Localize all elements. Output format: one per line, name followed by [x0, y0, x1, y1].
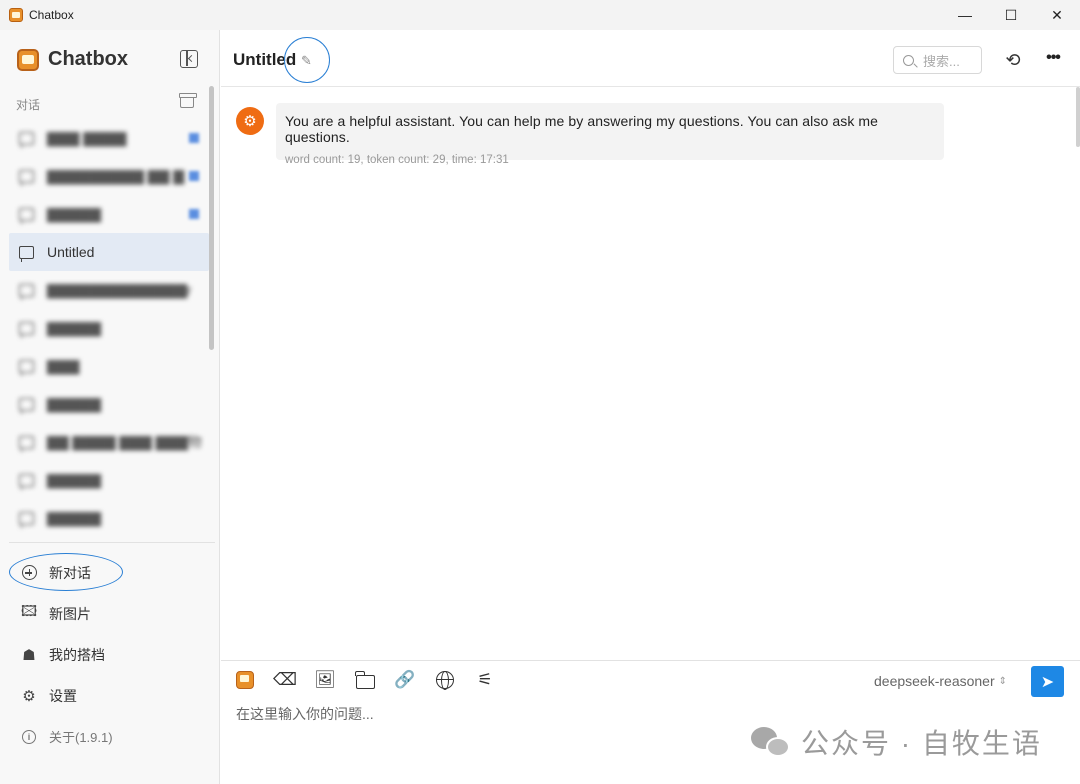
conversation-item[interactable]: ▇▇▇ — [9, 347, 209, 385]
chat-bubble-icon — [19, 321, 34, 338]
conversation-item[interactable]: ▇▇ ▇▇▇▇ ▇▇▇ ▇▇▇物 — [9, 423, 209, 461]
conversation-label: ▇▇▇ ▇▇▇▇ — [47, 129, 127, 146]
image-plus-icon: 🖾 — [20, 603, 38, 620]
folder-icon[interactable] — [355, 670, 375, 690]
conversation-label: Untitled — [47, 244, 95, 260]
conversation-item[interactable]: ▇▇▇▇▇ — [9, 461, 209, 499]
conversation-label: ▇▇▇ — [47, 357, 80, 374]
chat-header: Untitled ✎ 搜索... ⟲ ••• — [221, 30, 1080, 87]
chat-bubble-icon — [19, 283, 34, 300]
chat-bubble-icon — [19, 435, 34, 452]
pin-icon — [189, 133, 199, 143]
history-icon[interactable]: ⟲ — [1003, 50, 1023, 70]
watermark: 公众号 · 自牧生语 — [751, 722, 1042, 762]
section-label: 对话 — [16, 98, 41, 112]
wechat-icon — [751, 727, 791, 757]
globe-icon[interactable] — [435, 670, 455, 690]
system-avatar-gear-icon: ⚙ — [236, 107, 264, 135]
gear-icon: ⚙ — [22, 687, 36, 705]
search-placeholder: 搜索... — [923, 53, 960, 69]
conversation-item[interactable]: ▇▇▇▇▇▇▇▇▇ ▇▇ ▇ — [9, 157, 209, 195]
window-title: Chatbox — [29, 8, 74, 22]
message-meta: word count: 19, token count: 29, time: 1… — [285, 154, 509, 166]
about-label: 关于(1.9.1) — [49, 730, 113, 745]
model-name: deepseek-reasoner — [874, 673, 995, 689]
conversation-label: ▇▇▇▇▇ — [47, 509, 101, 526]
info-icon: i — [21, 729, 37, 745]
maximize-button[interactable]: ☐ — [988, 0, 1034, 30]
new-image-label: 新图片 — [49, 605, 91, 622]
chat-bubble-icon — [19, 207, 34, 224]
message-bubble: You are a helpful assistant. You can hel… — [276, 103, 944, 166]
more-options-icon[interactable]: ••• — [1043, 48, 1063, 68]
highlight-circle — [284, 37, 330, 83]
model-selector[interactable]: deepseek-reasoner ⇕ — [874, 673, 1007, 689]
chat-bubble-icon — [19, 511, 34, 528]
window-titlebar: Chatbox — ☐ ✕ — [0, 0, 1080, 30]
chat-bubble-icon — [19, 169, 34, 186]
about-button[interactable]: i 关于(1.9.1) — [9, 716, 209, 757]
chat-bubble-icon — [19, 359, 34, 376]
sidebar: Chatbox 对话 ▇▇▇ ▇▇▇▇ ▇▇▇▇▇▇▇▇▇ ▇▇ ▇ ▇▇▇▇▇ Un… — [0, 30, 220, 784]
conversation-label: ▇▇▇▇▇▇▇▇▇▇▇▇▇r — [47, 281, 192, 298]
composer-toolbar: ⌫ 🖼 🔗 ⚟ — [235, 670, 515, 690]
send-button[interactable]: ➤ — [1031, 666, 1064, 697]
sidebar-scrollbar[interactable] — [209, 86, 214, 350]
sliders-icon[interactable]: ⚟ — [475, 670, 495, 690]
chat-bubble-icon — [19, 473, 34, 490]
settings-button[interactable]: ⚙ 设置 — [9, 675, 209, 716]
copilot-picker-icon[interactable] — [235, 670, 255, 690]
chevron-updown-icon: ⇕ — [998, 675, 1008, 687]
eraser-icon[interactable]: ⌫ — [273, 670, 297, 690]
minimize-button[interactable]: — — [942, 0, 988, 30]
conversation-item[interactable]: ▇▇▇▇▇ — [9, 309, 209, 347]
conversation-label: ▇▇▇▇▇▇▇▇▇ ▇▇ ▇ — [47, 167, 184, 184]
conversation-item[interactable]: ▇▇▇▇▇▇▇▇▇▇▇▇▇r — [9, 271, 209, 309]
archive-icon[interactable] — [179, 93, 197, 108]
conversation-label: ▇▇▇▇▇ — [47, 319, 101, 336]
message-input[interactable] — [236, 706, 1016, 722]
collapse-sidebar-icon[interactable] — [180, 50, 198, 68]
conversation-label: ▇▇ ▇▇▇▇ ▇▇▇ ▇▇▇物 — [47, 434, 202, 450]
conversation-item[interactable]: ▇▇▇▇▇ — [9, 385, 209, 423]
robot-icon: ☗ — [22, 646, 36, 664]
my-copilots-button[interactable]: ☗ 我的搭档 — [9, 634, 209, 675]
search-button[interactable]: 搜索... — [893, 46, 982, 74]
send-icon: ➤ — [1040, 673, 1055, 691]
conversation-item[interactable]: ▇▇▇▇▇ — [9, 499, 209, 537]
conversation-label: ▇▇▇▇▇ — [47, 471, 101, 488]
divider — [9, 542, 215, 543]
conversation-list: ▇▇▇ ▇▇▇▇ ▇▇▇▇▇▇▇▇▇ ▇▇ ▇ ▇▇▇▇▇ Untitled ▇▇▇▇▇… — [9, 119, 209, 539]
chat-bubble-icon — [19, 245, 34, 262]
window-controls: — ☐ ✕ — [942, 0, 1080, 30]
search-icon — [903, 54, 914, 66]
chat-bubble-icon — [19, 397, 34, 414]
new-chat-button[interactable]: 新对话 — [9, 552, 209, 593]
chatbox-logo-icon — [17, 48, 39, 71]
sidebar-menu: 新对话 🖾 新图片 ☗ 我的搭档 ⚙ 设置 i 关于(1.9.1) — [9, 552, 209, 757]
watermark-text: 公众号 · 自牧生语 — [801, 728, 1042, 759]
chat-bubble-icon — [19, 131, 34, 148]
app-icon — [9, 8, 23, 22]
close-button[interactable]: ✕ — [1034, 0, 1080, 30]
link-icon[interactable]: 🔗 — [394, 670, 415, 690]
conversation-item[interactable]: ▇▇▇ ▇▇▇▇ — [9, 119, 209, 157]
image-icon[interactable]: 🖼 — [314, 670, 336, 690]
pin-icon — [189, 209, 199, 219]
pin-icon — [189, 171, 199, 181]
settings-label: 设置 — [49, 687, 77, 704]
conversation-label: ▇▇▇▇▇ — [47, 205, 101, 222]
message-text: You are a helpful assistant. You can hel… — [285, 113, 879, 145]
conversation-item[interactable]: ▇▇▇▇▇ — [9, 195, 209, 233]
conversation-label: ▇▇▇▇▇ — [47, 395, 101, 412]
conversation-item[interactable]: Untitled — [9, 233, 209, 271]
main-scrollbar[interactable] — [1076, 87, 1080, 147]
new-image-button[interactable]: 🖾 新图片 — [9, 593, 209, 634]
brand: Chatbox — [17, 48, 128, 71]
brand-name: Chatbox — [48, 48, 128, 70]
my-copilots-label: 我的搭档 — [49, 646, 105, 663]
